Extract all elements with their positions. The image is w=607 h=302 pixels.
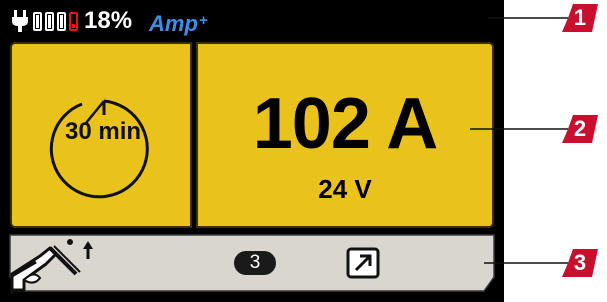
callout-1-number: 1 xyxy=(573,5,587,30)
callout-leaders xyxy=(470,4,598,277)
callout-3-number: 3 xyxy=(573,250,587,275)
callout-2-number: 2 xyxy=(573,116,587,141)
